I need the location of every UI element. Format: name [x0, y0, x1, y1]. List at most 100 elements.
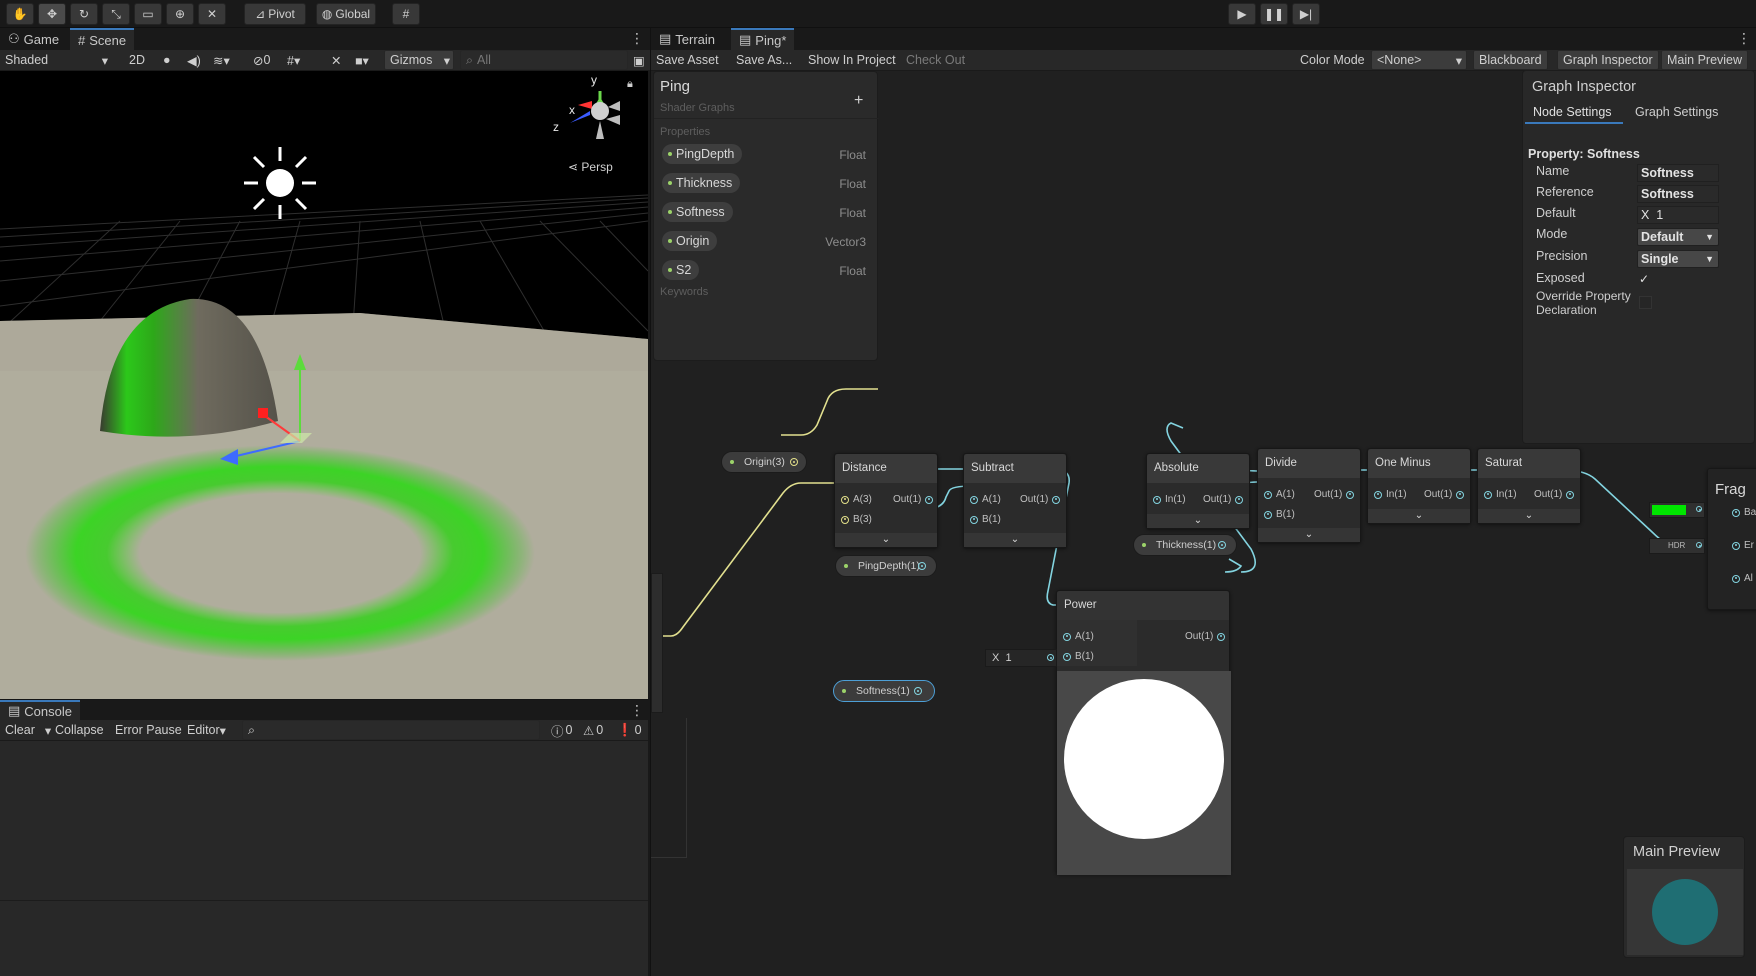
input-port-icon[interactable]	[970, 515, 978, 524]
custom-tool-button[interactable]: ✕	[198, 3, 226, 25]
tools-toggle[interactable]: ✕	[326, 50, 346, 70]
input-port-icon[interactable]	[1732, 541, 1740, 550]
distance-input-b[interactable]: B(3)	[841, 514, 872, 525]
output-port-icon[interactable]	[1052, 495, 1061, 504]
grid-snap-button[interactable]: #	[392, 3, 420, 25]
effects-toggle[interactable]: ≋▾	[208, 50, 235, 70]
tab-node-settings[interactable]: Node Settings	[1525, 102, 1623, 124]
subtract-output[interactable]: Out(1)	[1020, 494, 1061, 505]
chevron-down-icon[interactable]: ⌄	[964, 533, 1066, 547]
softness-property-node[interactable]: Softness(1)	[833, 680, 935, 702]
camera-toggle[interactable]: ■▾	[350, 50, 374, 70]
output-port-icon[interactable]	[918, 562, 926, 570]
warning-filter-toggle[interactable]: ⚠ 0	[578, 720, 608, 740]
input-port-icon[interactable]	[1047, 654, 1054, 661]
lighting-toggle[interactable]: ●	[158, 50, 176, 70]
editor-dropdown[interactable]: Editor ▾	[182, 720, 231, 740]
chevron-down-icon[interactable]: ⌄	[1147, 514, 1249, 528]
property-pingdepth[interactable]: PingDepth	[662, 144, 743, 164]
property-thickness[interactable]: Thickness	[662, 173, 741, 193]
color-mode-dropdown[interactable]: <None> ▾	[1371, 50, 1467, 70]
grid-toggle[interactable]: #▾	[282, 50, 305, 70]
fragment-port-base[interactable]: Ba	[1732, 507, 1756, 518]
offscreen-node[interactable]	[651, 573, 663, 713]
tab-ping[interactable]: ▤ Ping*	[731, 28, 795, 50]
transform-tool-button[interactable]: ⊕	[166, 3, 194, 25]
input-port-icon[interactable]	[1374, 490, 1382, 499]
output-port-icon[interactable]	[790, 458, 798, 466]
thickness-property-node[interactable]: Thickness(1)	[1133, 534, 1237, 556]
divide-node[interactable]: Divide A(1) B(1) Out(1) ⌄	[1257, 448, 1361, 543]
one-minus-node[interactable]: One Minus In(1) Out(1) ⌄	[1367, 448, 1471, 524]
subtract-input-a[interactable]: A(1)	[970, 494, 1001, 505]
input-port-icon[interactable]	[1696, 542, 1702, 548]
rect-tool-button[interactable]: ▭	[134, 3, 162, 25]
color-swatch[interactable]	[1652, 505, 1686, 515]
orientation-gizmo[interactable]	[570, 91, 620, 139]
base-color-inline[interactable]	[1649, 502, 1705, 518]
one-minus-output[interactable]: Out(1)	[1424, 489, 1465, 500]
input-port-icon[interactable]	[1732, 508, 1740, 517]
output-port-icon[interactable]	[1218, 541, 1226, 549]
emission-color-inline[interactable]: HDR	[1649, 538, 1705, 554]
error-filter-toggle[interactable]: ❗ 0	[612, 720, 647, 740]
output-port-icon[interactable]	[1217, 632, 1226, 641]
toggle-2d-button[interactable]: 2D	[124, 50, 150, 70]
saturate-node[interactable]: Saturat In(1) Out(1) ⌄	[1477, 448, 1581, 524]
log-filter-toggle[interactable]: ⓘ 0	[546, 720, 577, 740]
scene-options-icon[interactable]: ▣	[628, 50, 650, 70]
saturate-input[interactable]: In(1)	[1484, 489, 1517, 500]
save-asset-button[interactable]: Save Asset	[651, 50, 724, 70]
scene-viewport[interactable]: y x z 🔒︎ ⋖ Persp	[0, 71, 648, 699]
power-input-b[interactable]: B(1)	[1063, 651, 1094, 662]
input-port-icon[interactable]	[1153, 495, 1161, 504]
distance-node[interactable]: Distance A(3) B(3) Out(1) ⌄	[834, 453, 938, 548]
collapse-button[interactable]: Collapse	[50, 720, 109, 740]
subtract-input-b[interactable]: B(1)	[970, 514, 1001, 525]
power-input-a[interactable]: A(1)	[1063, 631, 1094, 642]
input-port-icon[interactable]	[1264, 490, 1272, 499]
scene-menu-icon[interactable]: ⋮	[630, 30, 644, 47]
fragment-port-emission[interactable]: Er	[1732, 540, 1754, 551]
origin-property-node[interactable]: Origin(3)	[721, 451, 807, 473]
absolute-input[interactable]: In(1)	[1153, 494, 1186, 505]
divide-input-b[interactable]: B(1)	[1264, 509, 1295, 520]
divide-input-a[interactable]: A(1)	[1264, 489, 1295, 500]
distance-output[interactable]: Out(1)	[893, 494, 934, 505]
blackboard-toggle[interactable]: Blackboard	[1473, 50, 1548, 70]
absolute-output[interactable]: Out(1)	[1203, 494, 1244, 505]
pingdepth-property-node[interactable]: PingDepth(1)	[835, 555, 937, 577]
rotate-tool-button[interactable]: ↻	[70, 3, 98, 25]
pivot-toggle[interactable]: ⊿ Pivot	[244, 3, 306, 25]
chevron-down-icon[interactable]: ⌄	[1258, 528, 1360, 542]
tab-terrain[interactable]: ▤ Terrain	[651, 28, 723, 50]
clear-button[interactable]: Clear ▾	[0, 720, 56, 740]
step-button[interactable]: ▶|	[1292, 3, 1320, 25]
graph-menu-icon[interactable]: ⋮	[1737, 30, 1751, 47]
save-as-button[interactable]: Save As...	[731, 50, 797, 70]
chevron-down-icon[interactable]: ⌄	[835, 533, 937, 547]
reference-field[interactable]: Softness	[1637, 185, 1719, 203]
saturate-output[interactable]: Out(1)	[1534, 489, 1575, 500]
tab-graph-settings[interactable]: Graph Settings	[1627, 102, 1727, 124]
input-port-icon[interactable]	[1732, 574, 1740, 583]
main-preview-toggle[interactable]: Main Preview	[1661, 50, 1749, 70]
persp-indicator[interactable]: ⋖ Persp	[568, 160, 613, 174]
console-search-input[interactable]: ⌕	[242, 720, 540, 740]
move-tool-button[interactable]: ✥	[38, 3, 66, 25]
output-port-icon[interactable]	[925, 495, 934, 504]
override-checkbox[interactable]	[1639, 296, 1652, 309]
hand-tool-button[interactable]: ✋	[6, 3, 34, 25]
input-port-icon[interactable]	[1484, 490, 1492, 499]
tab-game[interactable]: ⚇ Game	[0, 28, 67, 50]
distance-input-a[interactable]: A(3)	[841, 494, 872, 505]
console-menu-icon[interactable]: ⋮	[630, 702, 644, 719]
play-button[interactable]: ▶	[1228, 3, 1256, 25]
scale-tool-button[interactable]: ⤡	[102, 3, 130, 25]
power-node[interactable]: Power A(1) B(1) Out(1)	[1056, 590, 1231, 875]
global-toggle[interactable]: ◍ Global	[316, 3, 376, 25]
divide-output[interactable]: Out(1)	[1314, 489, 1355, 500]
input-port-icon[interactable]	[1063, 632, 1071, 641]
output-port-icon[interactable]	[1456, 490, 1465, 499]
mode-dropdown[interactable]: Default ▼	[1637, 228, 1719, 246]
